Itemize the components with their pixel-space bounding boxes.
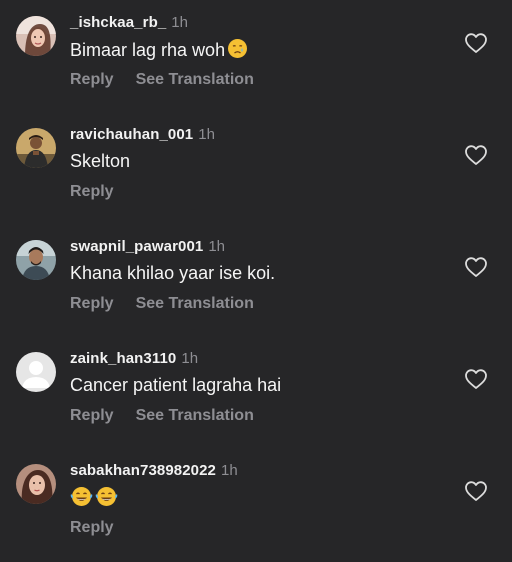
comment-body: Skelton — [70, 151, 131, 171]
comment-actions: Reply — [70, 518, 114, 538]
timestamp: 1h — [198, 126, 215, 143]
comment-item: swapnil_pawar001 1h Khana khilao yaar ise… — [0, 238, 512, 338]
like-button[interactable] — [464, 32, 488, 54]
reply-button[interactable]: Reply — [70, 71, 114, 88]
username[interactable]: ravichauhan_001 — [70, 126, 193, 143]
comment-text: Khana khilao yaar ise koi. — [70, 262, 275, 284]
comment-header: _ishckaa_rb_ 1h — [70, 14, 188, 32]
username[interactable]: _ishckaa_rb_ — [70, 14, 166, 31]
reply-button[interactable]: Reply — [70, 295, 114, 312]
heart-outline-icon — [465, 33, 487, 53]
username[interactable]: sabakhan738982022 — [70, 462, 216, 479]
heart-outline-icon — [465, 257, 487, 277]
reply-button[interactable]: Reply — [70, 407, 114, 424]
like-button[interactable] — [464, 368, 488, 390]
comment-actions: Reply See Translation — [70, 406, 254, 426]
comment-header: zaink_han3110 1h — [70, 350, 198, 368]
like-button[interactable] — [464, 256, 488, 278]
username[interactable]: zaink_han3110 — [70, 350, 176, 367]
tears-of-joy-emoji-icon — [70, 486, 93, 507]
crying-face-emoji-icon — [227, 38, 248, 59]
comment-header: swapnil_pawar001 1h — [70, 238, 225, 256]
avatar[interactable] — [16, 240, 56, 280]
avatar[interactable] — [16, 128, 56, 168]
comment-item: ravichauhan_001 1h Skelton Reply — [0, 126, 512, 226]
reply-button[interactable]: Reply — [70, 519, 114, 536]
comment-body: Bimaar lag rha woh — [70, 40, 226, 60]
timestamp: 1h — [171, 14, 188, 31]
comment-item: _ishckaa_rb_ 1h Bimaar lag rha woh Reply S… — [0, 14, 512, 114]
timestamp: 1h — [208, 238, 226, 255]
reply-button[interactable]: Reply — [70, 183, 114, 200]
comment-body: Khana khilao yaar ise koi. — [70, 263, 276, 283]
see-translation-button[interactable]: See Translation — [136, 407, 254, 424]
heart-outline-icon — [465, 145, 487, 165]
avatar[interactable] — [16, 464, 56, 504]
timestamp: 1h — [220, 462, 238, 479]
avatar[interactable] — [16, 352, 56, 392]
like-button[interactable] — [464, 144, 488, 166]
comment-actions: Reply — [70, 182, 114, 202]
comment-text: Skelton — [70, 150, 130, 172]
comment-body: Cancer patient lagraha hai — [70, 375, 282, 395]
heart-outline-icon — [465, 369, 487, 389]
comment-item: sabakhan738982022 1h Reply — [0, 462, 512, 562]
comment-actions: Reply See Translation — [70, 70, 254, 90]
comment-text — [70, 486, 118, 509]
comment-item: zaink_han3110 1h Cancer patient lagraha h… — [0, 350, 512, 450]
comment-header: ravichauhan_001 1h — [70, 126, 215, 144]
comment-text: Cancer patient lagraha hai — [70, 374, 281, 396]
heart-outline-icon — [465, 481, 487, 501]
see-translation-button[interactable]: See Translation — [136, 295, 254, 312]
comment-actions: Reply See Translation — [70, 294, 254, 314]
avatar[interactable] — [16, 16, 56, 56]
tears-of-joy-emoji-icon — [95, 486, 118, 507]
comment-text: Bimaar lag rha woh — [70, 38, 248, 61]
see-translation-button[interactable]: See Translation — [136, 71, 254, 88]
comment-header: sabakhan738982022 1h — [70, 462, 238, 480]
timestamp: 1h — [181, 350, 199, 367]
username[interactable]: swapnil_pawar001 — [70, 238, 203, 255]
like-button[interactable] — [464, 480, 488, 502]
